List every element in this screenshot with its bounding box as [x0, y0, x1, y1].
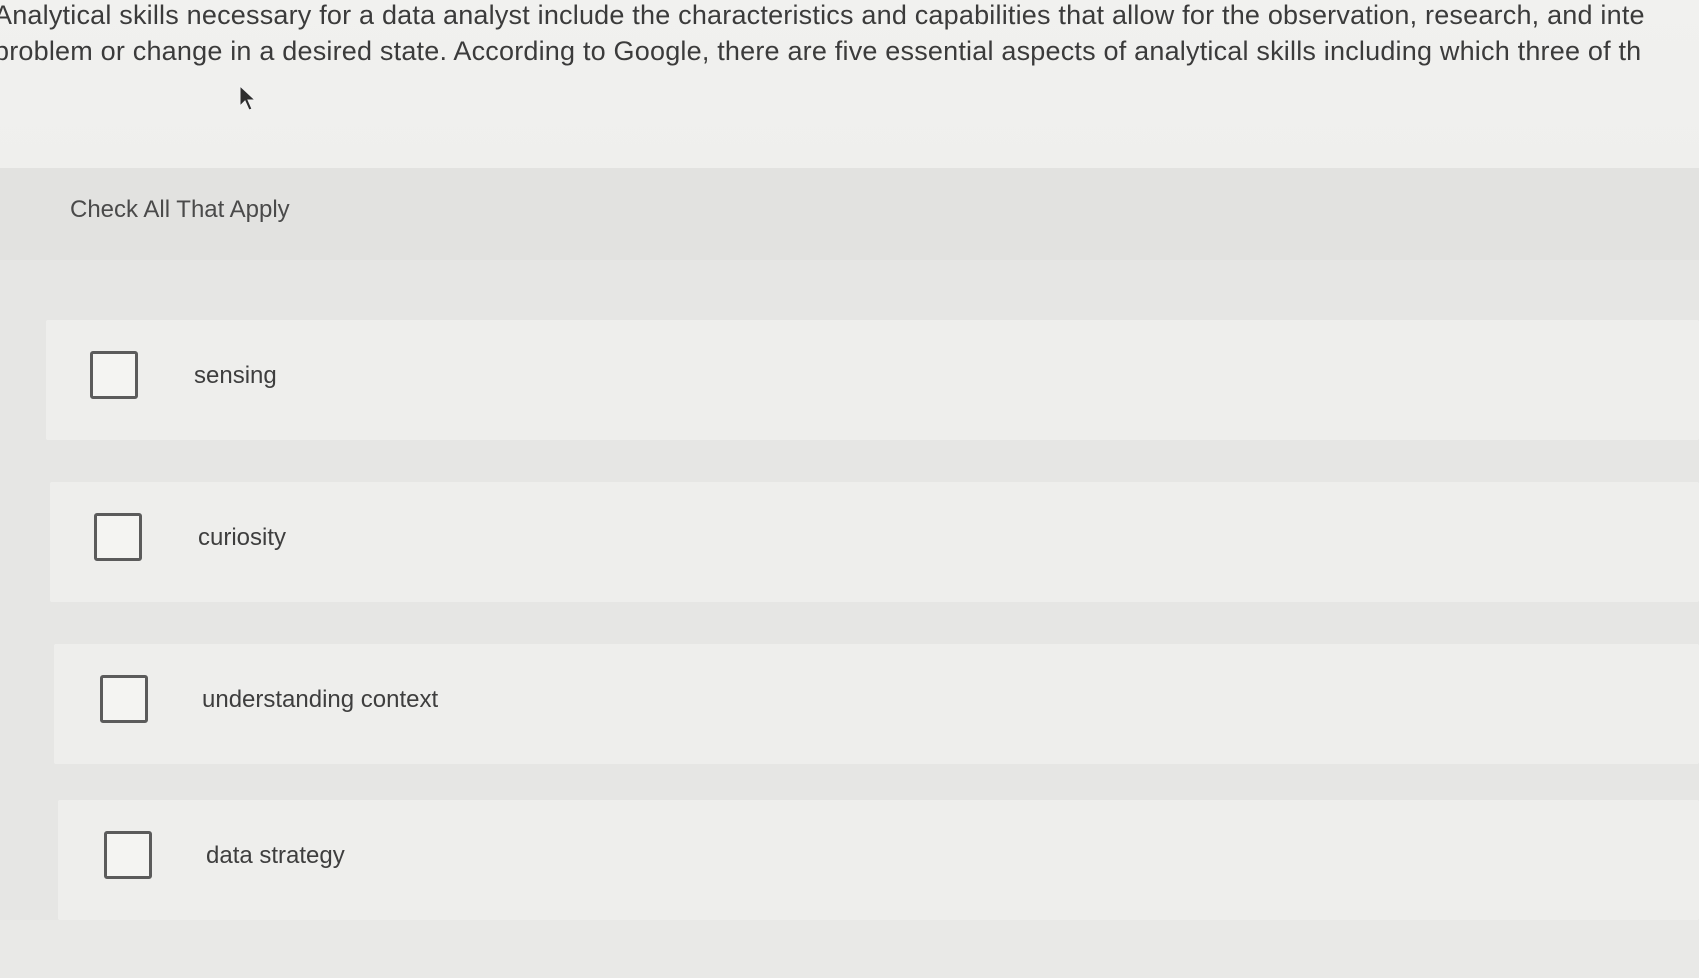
checkbox-unchecked-icon[interactable] — [90, 351, 138, 399]
checkbox-unchecked-icon[interactable] — [104, 831, 152, 879]
check-all-instruction: Check All That Apply — [70, 196, 290, 223]
option-data-strategy[interactable]: data strategy — [58, 800, 1699, 920]
option-understanding-context[interactable]: understanding context — [54, 644, 1699, 764]
option-label[interactable]: curiosity — [198, 524, 286, 552]
bottom-edge — [0, 920, 1699, 978]
option-label[interactable]: data strategy — [206, 842, 345, 870]
checkbox-unchecked-icon[interactable] — [100, 675, 148, 723]
mouse-pointer-icon — [239, 84, 257, 111]
option-label[interactable]: sensing — [194, 362, 277, 390]
checkbox-unchecked-icon[interactable] — [94, 513, 142, 561]
option-label[interactable]: understanding context — [202, 686, 438, 714]
option-sensing[interactable]: sensing — [46, 320, 1699, 440]
question-text-line-1: Analytical skills necessary for a data a… — [0, 0, 1645, 30]
question-prompt: Analytical skills necessary for a data a… — [0, 0, 1699, 168]
option-curiosity[interactable]: curiosity — [50, 482, 1699, 602]
question-text-line-2: problem or change in a desired state. Ac… — [0, 36, 1642, 66]
